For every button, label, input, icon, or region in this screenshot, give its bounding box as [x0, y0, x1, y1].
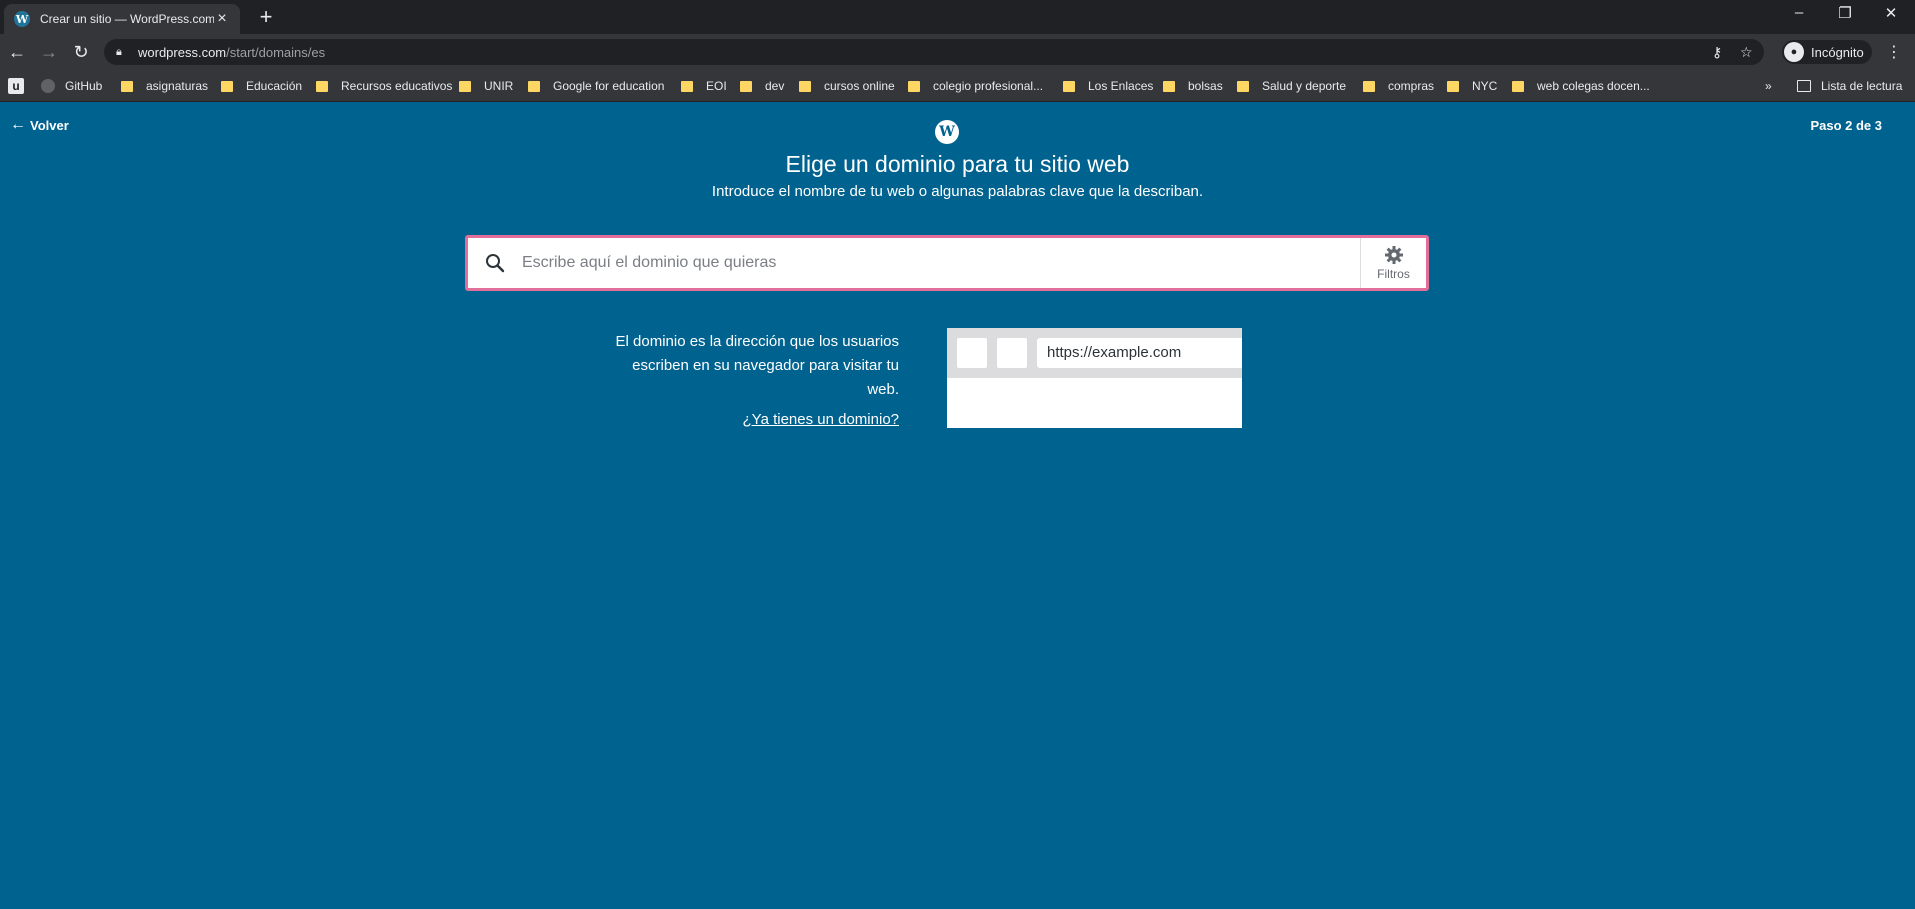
folder-icon [221, 80, 233, 92]
bookmark-folder[interactable]: cursos online [799, 70, 895, 102]
domain-search-input[interactable] [522, 238, 1360, 288]
folder-icon [908, 80, 920, 92]
page-subtitle: Introduce el nombre de tu web o algunas … [711, 183, 1204, 200]
forward-nav-icon[interactable]: → [38, 41, 60, 63]
bookmark-folder[interactable]: asignaturas [121, 70, 208, 102]
new-tab-button[interactable]: + [254, 5, 278, 29]
bookmark-folder[interactable]: dev [740, 70, 784, 102]
back-label: Volver [30, 117, 69, 133]
browser-toolbar: ← → ↻ 🔒︎ wordpress.com/start/domains/es … [0, 34, 1915, 70]
bookmark-label: EOI [706, 79, 727, 93]
restore-window-icon[interactable]: ❐ [1830, 4, 1860, 22]
minimize-window-icon[interactable]: – [1784, 4, 1814, 21]
bookmark-u-logo[interactable]: u [8, 70, 24, 102]
page-title: Elige un dominio para tu sitio web [785, 151, 1130, 177]
search-icon [468, 238, 522, 288]
bookmark-folder[interactable]: bolsas [1163, 70, 1223, 102]
bookmark-label: GitHub [65, 79, 103, 93]
domain-explanation-text: El dominio es la dirección que los usuar… [615, 333, 899, 398]
folder-icon [1363, 80, 1375, 92]
browser-menu-icon[interactable]: ⋮ [1886, 42, 1902, 62]
u-logo-icon: u [8, 78, 24, 94]
bookmark-star-icon[interactable]: ☆ [1740, 39, 1753, 65]
filters-label: Filtros [1377, 267, 1410, 281]
folder-icon [121, 80, 133, 92]
bookmark-label: Recursos educativos [341, 79, 453, 93]
step-indicator: Paso 2 de 3 [1810, 118, 1882, 133]
folder-icon [316, 80, 328, 92]
github-icon [41, 79, 55, 93]
incognito-icon: ● [1784, 42, 1804, 62]
lock-icon: 🔒︎ [116, 46, 122, 58]
bookmark-label: Google for education [553, 79, 665, 93]
back-button[interactable]: ← Volver [10, 116, 69, 134]
wordpress-favicon-icon: W [14, 11, 30, 27]
folder-icon [1237, 80, 1249, 92]
bookmark-folder[interactable]: UNIR [459, 70, 513, 102]
bookmark-label: Educación [246, 79, 303, 93]
address-bar[interactable]: 🔒︎ wordpress.com/start/domains/es ⚷ ☆ [104, 39, 1764, 65]
key-icon[interactable]: ⚷ [1712, 39, 1722, 65]
bookmark-label: NYC [1472, 79, 1498, 93]
folder-icon [528, 80, 540, 92]
bookmark-label: bolsas [1188, 79, 1223, 93]
bookmark-label: dev [765, 79, 785, 93]
bookmark-folder[interactable]: compras [1363, 70, 1434, 102]
wordpress-logo-icon: W [935, 120, 959, 144]
bookmark-folder[interactable]: Los Enlaces [1063, 70, 1153, 102]
folder-icon [459, 80, 471, 92]
gear-icon [1384, 246, 1403, 264]
reload-icon[interactable]: ↻ [70, 41, 92, 63]
folder-icon [1163, 80, 1175, 92]
bookmark-folder[interactable]: colegio profesional... [908, 70, 1043, 102]
bookmark-folder[interactable]: Educación [221, 70, 302, 102]
bookmark-label: Los Enlaces [1088, 79, 1154, 93]
folder-icon [1063, 80, 1075, 92]
illustration-button [997, 338, 1027, 368]
domain-search-box: Filtros [465, 235, 1429, 291]
filters-button[interactable]: Filtros [1360, 238, 1426, 288]
bookmark-folder[interactable]: web colegas docen... [1512, 70, 1650, 102]
have-domain-link[interactable]: ¿Ya tienes un dominio? [600, 411, 899, 428]
bookmark-folder[interactable]: Salud y deporte [1237, 70, 1346, 102]
browser-tab-strip: W Crear un sitio — WordPress.com × + – ❐… [0, 0, 1915, 34]
bookmark-label: compras [1388, 79, 1435, 93]
bookmark-label: UNIR [484, 79, 514, 93]
bookmark-folder[interactable]: Recursos educativos [316, 70, 452, 102]
folder-icon [681, 80, 693, 92]
reading-list-button[interactable]: Lista de lectura [1797, 70, 1902, 102]
back-nav-icon[interactable]: ← [6, 41, 28, 63]
bookmarks-bar: u GitHub asignaturas Educación Recursos … [0, 70, 1915, 102]
arrow-left-icon: ← [10, 116, 26, 133]
incognito-profile-button[interactable]: ● Incógnito [1782, 40, 1872, 64]
bookmark-label: asignaturas [146, 79, 209, 93]
bookmark-folder[interactable]: Google for education [528, 70, 664, 102]
tab-title: Crear un sitio — WordPress.com [40, 12, 214, 26]
bookmark-label: cursos online [824, 79, 895, 93]
bookmarks-overflow-button[interactable]: » [1765, 70, 1772, 102]
bookmark-folder[interactable]: NYC [1447, 70, 1497, 102]
bookmark-folder[interactable]: EOI [681, 70, 727, 102]
reading-list-label: Lista de lectura [1821, 79, 1903, 93]
folder-icon [1447, 80, 1459, 92]
folder-icon [740, 80, 752, 92]
chevron-double-right-icon: » [1765, 79, 1772, 93]
profile-label: Incógnito [1811, 44, 1864, 60]
browser-tab[interactable]: W Crear un sitio — WordPress.com × [4, 4, 240, 34]
bookmark-item[interactable]: GitHub [41, 70, 102, 102]
close-tab-icon[interactable]: × [214, 10, 230, 28]
close-window-icon[interactable]: ✕ [1876, 4, 1906, 22]
bookmark-label: Salud y deporte [1262, 79, 1347, 93]
reading-list-icon [1797, 80, 1811, 92]
folder-icon [799, 80, 811, 92]
folder-icon [1512, 80, 1524, 92]
url-path: /start/domains/es [226, 44, 326, 60]
bookmark-label: web colegas docen... [1537, 79, 1650, 93]
illustration-button [957, 338, 987, 368]
bookmark-label: colegio profesional... [933, 79, 1044, 93]
browser-illustration: https://example.com [947, 328, 1242, 428]
url-host: wordpress.com [138, 44, 227, 60]
illustration-url: https://example.com [1037, 338, 1242, 368]
